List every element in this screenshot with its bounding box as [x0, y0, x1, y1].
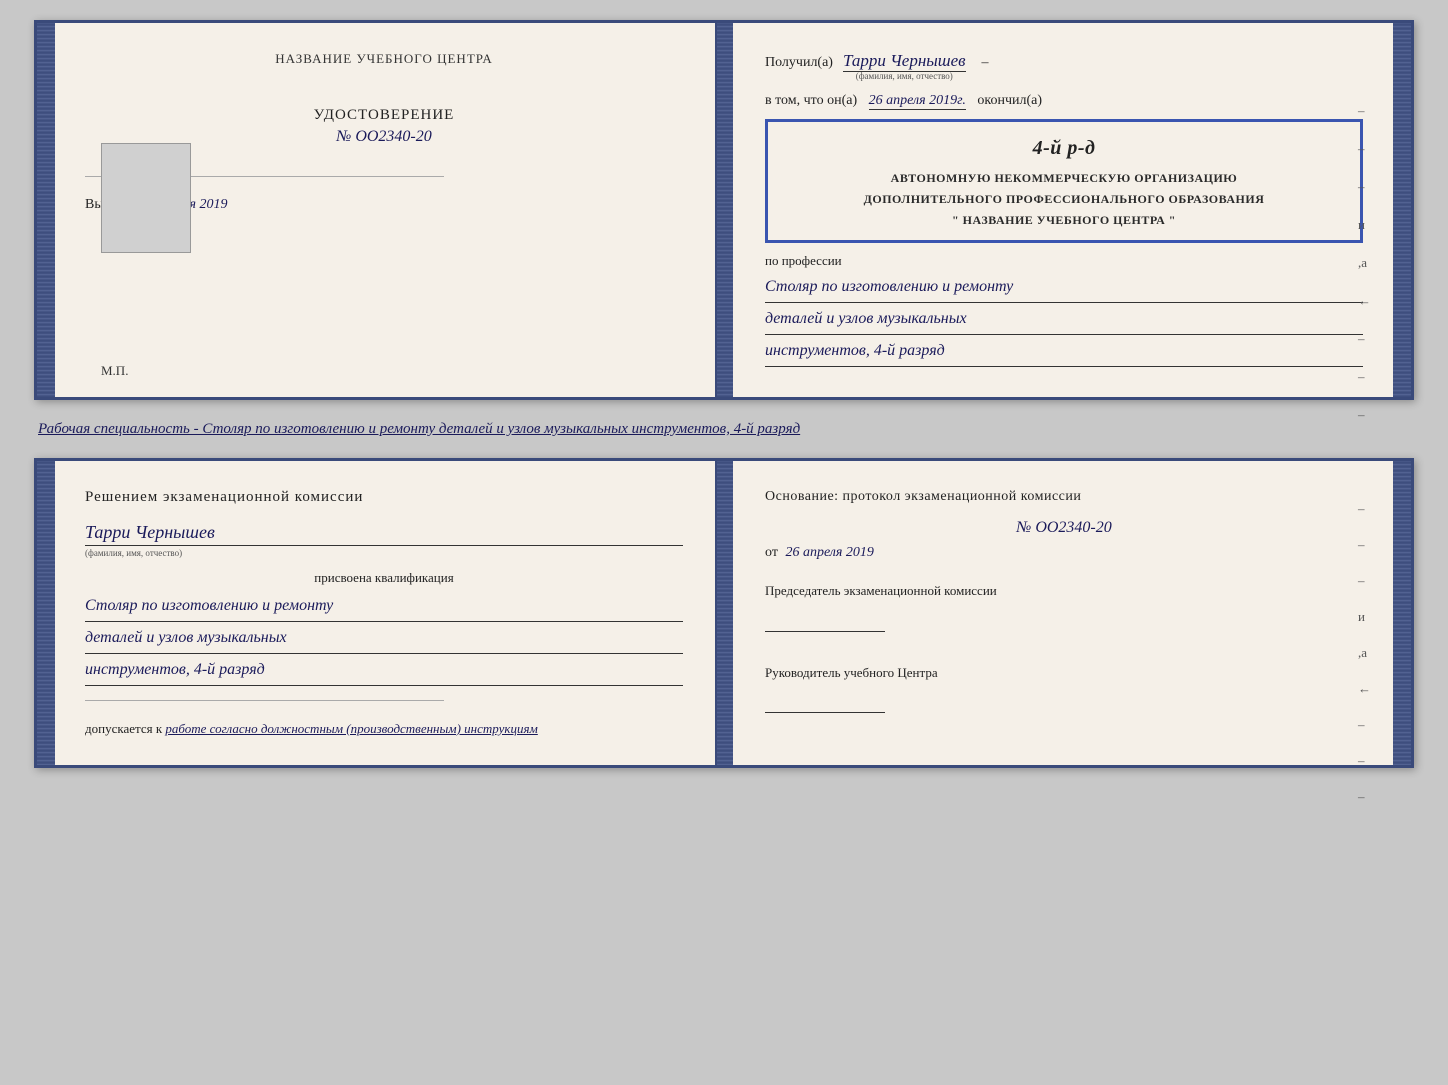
profession-line3: инструментов, 4-й разряд [765, 337, 1363, 367]
okonchil-label: окончил(а) [977, 93, 1042, 108]
bottom-spine-left [37, 461, 53, 764]
stamp-line2: ДОПОЛНИТЕЛЬНОГО ПРОФЕССИОНАЛЬНОГО ОБРАЗО… [864, 192, 1265, 206]
ot-label: от [765, 545, 778, 560]
resheniem-title: Решением экзаменационной комиссии [85, 489, 683, 506]
right-dashes-bottom: – – – и ,а ← – – – [1358, 501, 1371, 805]
spine-left [37, 23, 53, 397]
bottom-separator [85, 700, 444, 701]
bottom-profession-line3: инструментов, 4-й разряд [85, 656, 683, 686]
dopusk-label: допускается к [85, 721, 162, 736]
stamp-box: 4-й р-д АВТОНОМНУЮ НЕКОММЕРЧЕСКУЮ ОРГАНИ… [765, 119, 1363, 243]
stamp-line3: " НАЗВАНИЕ УЧЕБНОГО ЦЕНТРА " [952, 213, 1176, 227]
vtom-label: в том, что он(а) [765, 93, 857, 108]
profession-line2: деталей и узлов музыкальных [765, 305, 1363, 335]
udost-label: УДОСТОВЕРЕНИЕ [85, 107, 683, 124]
bottom-spine-center [717, 461, 733, 764]
bottom-profession-line1: Столяр по изготовлению и ремонту [85, 592, 683, 622]
bottom-fio-hint: (фамилия, имя, отчество) [85, 548, 683, 558]
rukovoditel-label: Руководитель учебного Центра [765, 663, 1363, 683]
bottom-right-page: Основание: протокол экзаменационной коми… [733, 461, 1395, 764]
bottom-profession-line2: деталей и узлов музыкальных [85, 624, 683, 654]
rukovoditel-signature-line [765, 712, 885, 713]
predsedatel-signature-line [765, 631, 885, 632]
top-left-header: НАЗВАНИЕ УЧЕБНОГО ЦЕНТРА [85, 51, 683, 67]
dopusk-text: работе согласно должностным (производств… [165, 721, 537, 736]
stamp-line1: АВТОНОМНУЮ НЕКОММЕРЧЕСКУЮ ОРГАНИЗАЦИЮ [891, 171, 1238, 185]
osnovanie-label: Основание: протокол экзаменационной коми… [765, 489, 1363, 505]
bottom-spine-right [1395, 461, 1411, 764]
top-right-page: Получил(а) Тарри Чернышев (фамилия, имя,… [733, 23, 1395, 397]
spine-center [717, 23, 733, 397]
ot-line: от 26 апреля 2019 [765, 545, 1363, 561]
poluchil-line: Получил(а) Тарри Чернышев (фамилия, имя,… [765, 51, 1363, 81]
spine-right [1395, 23, 1411, 397]
fio-hint: (фамилия, имя, отчество) [843, 71, 966, 81]
subtitle-text: Рабочая специальность - Столяр по изгото… [34, 418, 1414, 441]
prisvoena-label: присвоена квалификация [85, 570, 683, 586]
bottom-name: Тарри Чернышев [85, 522, 683, 546]
bottom-left-page: Решением экзаменационной комиссии Тарри … [53, 461, 717, 764]
bottom-document: Решением экзаменационной комиссии Тарри … [34, 458, 1414, 767]
vtom-date: 26 апреля 2019г. [869, 93, 966, 110]
po-professii: по профессии [765, 253, 1363, 269]
stamp-large: 4-й р-д [782, 132, 1346, 164]
dopusk-block: допускается к работе согласно должностны… [85, 721, 683, 737]
top-left-page: НАЗВАНИЕ УЧЕБНОГО ЦЕНТРА УДОСТОВЕРЕНИЕ №… [53, 23, 717, 397]
recipient-name: Тарри Чернышев [843, 51, 966, 72]
predsedatel-label: Председатель экзаменационной комиссии [765, 581, 1363, 601]
photo-placeholder [101, 143, 191, 253]
mp-label: М.П. [101, 363, 128, 379]
dash1: – [982, 55, 989, 71]
vtom-line: в том, что он(а) 26 апреля 2019г. окончи… [765, 93, 1363, 109]
poluchil-label: Получил(а) [765, 55, 833, 71]
top-document: НАЗВАНИЕ УЧЕБНОГО ЦЕНТРА УДОСТОВЕРЕНИЕ №… [34, 20, 1414, 400]
bottom-nomer: № OO2340-20 [765, 519, 1363, 537]
right-dashes: – – – и ,а ← – – – [1358, 103, 1371, 423]
profession-line1: Столяр по изготовлению и ремонту [765, 273, 1363, 303]
bottom-name-block: Тарри Чернышев (фамилия, имя, отчество) [85, 522, 683, 558]
ot-date: 26 апреля 2019 [785, 545, 873, 560]
